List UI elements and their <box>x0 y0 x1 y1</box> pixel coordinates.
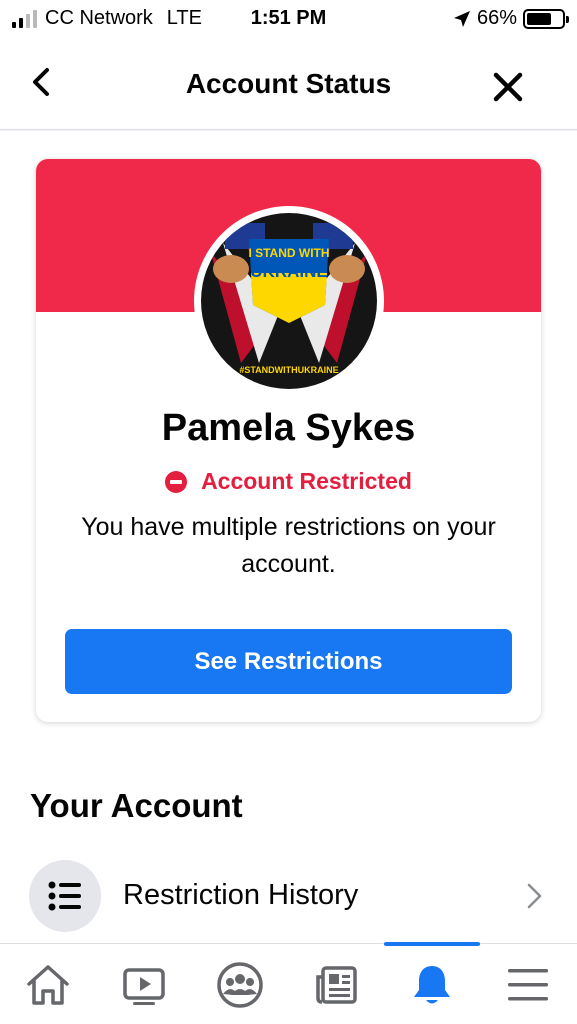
bottom-tab-bar <box>0 942 577 1024</box>
tab-groups[interactable] <box>192 944 288 1024</box>
restricted-icon <box>165 470 188 493</box>
list-icon <box>48 881 81 911</box>
top-nav-header: Account Status <box>0 40 577 130</box>
battery-percent: 66% <box>476 7 517 29</box>
avatar-text-main: UKRAINE <box>250 262 327 281</box>
account-status-label: Account Restricted <box>201 468 412 494</box>
video-icon <box>123 967 165 1005</box>
list-icon-container <box>29 860 101 932</box>
home-icon <box>27 964 69 1005</box>
section-title-your-account: Your Account <box>30 787 243 824</box>
restriction-description: You have multiple restrictions on your a… <box>81 513 496 578</box>
menu-icon <box>508 968 548 1000</box>
avatar-hashtag: #STANDWITHUKRAINE <box>239 365 338 375</box>
account-status-card: I STAND WITH UKRAINE #STANDWITHUKRAINE P… <box>36 159 541 722</box>
status-bar: CC Network LTE 1:51 PM 66% <box>0 0 577 40</box>
chevron-right-icon <box>527 883 542 909</box>
tab-news[interactable] <box>288 944 384 1024</box>
avatar[interactable]: I STAND WITH UKRAINE #STANDWITHUKRAINE <box>194 206 384 396</box>
avatar-text-top: I STAND WITH <box>248 246 329 260</box>
groups-icon <box>217 961 263 1008</box>
tab-menu[interactable] <box>480 944 576 1024</box>
location-arrow-icon <box>453 10 470 27</box>
tab-watch[interactable] <box>96 944 192 1024</box>
status-bar-right: 66% <box>453 7 569 30</box>
profile-picture: I STAND WITH UKRAINE #STANDWITHUKRAINE <box>201 213 377 389</box>
active-tab-indicator <box>384 942 480 946</box>
tab-home[interactable] <box>0 944 96 1024</box>
bell-icon <box>414 965 450 1003</box>
restriction-history-label: Restriction History <box>123 879 359 911</box>
close-icon[interactable] <box>491 70 525 104</box>
battery-icon <box>523 8 569 29</box>
restriction-history-item[interactable]: Restriction History <box>0 853 577 937</box>
tab-notifications[interactable] <box>384 942 480 1024</box>
profile-name: Pamela Sykes <box>161 407 416 449</box>
news-icon <box>316 965 357 1004</box>
see-restrictions-button[interactable]: See Restrictions <box>65 629 512 694</box>
main-content: I STAND WITH UKRAINE #STANDWITHUKRAINE P… <box>0 131 577 943</box>
account-status-row: Account Restricted <box>36 468 541 495</box>
